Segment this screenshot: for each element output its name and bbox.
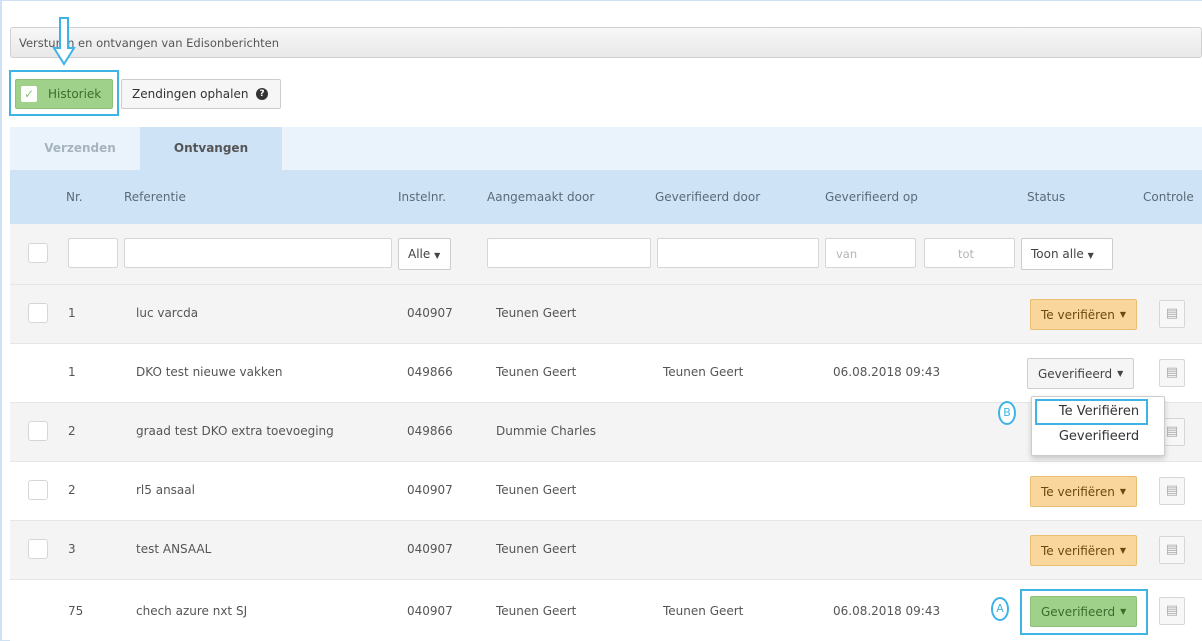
cell-nr: 2 bbox=[68, 483, 76, 497]
cell-aangemaakt: Teunen Geert bbox=[496, 365, 577, 379]
window-title-bar: Versturen en ontvangen van Edisonbericht… bbox=[10, 27, 1202, 58]
document-icon[interactable]: ▤ bbox=[1159, 359, 1185, 387]
table-row[interactable]: 2 rl5 ansaal 040907 Teunen Geert Te veri… bbox=[10, 462, 1202, 521]
cell-instelnr: 040907 bbox=[407, 483, 453, 497]
tab-ontvangen[interactable]: Ontvangen bbox=[140, 127, 282, 170]
cell-nr: 2 bbox=[68, 424, 76, 438]
highlight-status-a bbox=[1020, 589, 1148, 635]
filter-instelnr-value: Alle ▼ bbox=[408, 247, 441, 261]
cell-instelnr: 049866 bbox=[407, 424, 453, 438]
dropdown-option-geverifieerd[interactable]: Geverifieerd bbox=[1032, 429, 1166, 444]
cell-referentie: luc varcda bbox=[136, 306, 199, 320]
column-referentie[interactable]: Referentie bbox=[124, 190, 186, 204]
filter-status-select[interactable]: Toon alle ▼ bbox=[1021, 238, 1113, 270]
cell-aangemaakt: Teunen Geert bbox=[496, 542, 577, 556]
marker-a: A bbox=[991, 597, 1009, 621]
tab-bar: Verzenden Ontvangen bbox=[10, 127, 1202, 170]
cell-nr: 3 bbox=[68, 542, 76, 556]
caret-down-icon: ▼ bbox=[434, 251, 441, 260]
date-from-placeholder: van bbox=[836, 247, 858, 261]
caret-down-icon: ▼ bbox=[1119, 310, 1126, 319]
marker-b: B bbox=[998, 401, 1016, 425]
caret-down-icon: ▼ bbox=[1087, 251, 1094, 260]
document-icon[interactable]: ▤ bbox=[1159, 597, 1185, 625]
cell-geverifieerd-op: 06.08.2018 09:43 bbox=[833, 604, 941, 618]
cell-geverifieerd-door: Teunen Geert bbox=[663, 604, 744, 618]
question-circle-icon: ? bbox=[256, 88, 268, 100]
column-geverifieerd-door[interactable]: Geverifieerd door bbox=[655, 190, 760, 204]
status-dropdown-button[interactable]: Te verifiëren ▼ bbox=[1030, 476, 1137, 507]
cell-nr: 1 bbox=[68, 365, 76, 379]
status-dropdown-button[interactable]: Te verifiëren ▼ bbox=[1030, 299, 1137, 330]
highlight-historiek bbox=[9, 70, 119, 116]
zendingen-label: Zendingen ophalen bbox=[132, 87, 249, 101]
cell-instelnr: 040907 bbox=[407, 542, 453, 556]
cell-aangemaakt: Teunen Geert bbox=[496, 306, 577, 320]
cell-referentie: test ANSAAL bbox=[136, 542, 212, 556]
table-row[interactable]: 2 graad test DKO extra toevoeging 049866… bbox=[10, 403, 1202, 462]
cell-referentie: graad test DKO extra toevoeging bbox=[136, 424, 334, 438]
filter-aangemaakt-input[interactable] bbox=[487, 238, 651, 268]
filter-instelnr-select[interactable]: Alle ▼ bbox=[398, 238, 451, 270]
column-geverifieerd-op[interactable]: Geverifieerd op bbox=[825, 190, 918, 204]
date-to-placeholder: tot bbox=[957, 247, 974, 261]
cell-aangemaakt: Teunen Geert bbox=[496, 483, 577, 497]
cell-aangemaakt: Teunen Geert bbox=[496, 604, 577, 618]
filter-referentie-input[interactable] bbox=[124, 238, 392, 268]
table-header: Nr. Referentie Instelnr. Aangemaakt door… bbox=[10, 170, 1202, 224]
caret-down-icon: ▼ bbox=[1119, 546, 1126, 555]
cell-nr: 1 bbox=[68, 306, 76, 320]
table-row[interactable]: 1 DKO test nieuwe vakken 049866 Teunen G… bbox=[10, 344, 1202, 403]
filter-nr-input[interactable] bbox=[68, 238, 118, 268]
cell-aangemaakt: Dummie Charles bbox=[496, 424, 596, 438]
cell-referentie: rl5 ansaal bbox=[136, 483, 195, 497]
row-checkbox[interactable] bbox=[28, 539, 48, 559]
row-checkbox[interactable] bbox=[28, 421, 48, 441]
table-row[interactable]: 3 test ANSAAL 040907 Teunen Geert Te ver… bbox=[10, 521, 1202, 580]
status-dropdown-button[interactable]: Geverifieerd ▼ bbox=[1027, 358, 1135, 389]
filter-row: Alle ▼ van tot Toon alle ▼ bbox=[10, 224, 1202, 285]
cell-referentie: chech azure nxt SJ bbox=[136, 604, 248, 618]
row-checkbox[interactable] bbox=[28, 480, 48, 500]
tab-verzenden[interactable]: Verzenden bbox=[20, 127, 140, 170]
column-controle[interactable]: Controle bbox=[1143, 190, 1194, 204]
table-row[interactable]: 1 luc varcda 040907 Teunen Geert Te veri… bbox=[10, 285, 1202, 344]
column-aangemaakt-door[interactable]: Aangemaakt door bbox=[487, 190, 594, 204]
caret-down-icon: ▼ bbox=[1119, 487, 1126, 496]
down-arrow-icon bbox=[52, 17, 76, 66]
filter-date-to-input[interactable]: tot bbox=[924, 238, 1015, 268]
filter-geverifieerd-door-input[interactable] bbox=[657, 238, 819, 268]
column-instelnr[interactable]: Instelnr. bbox=[398, 190, 446, 204]
cell-geverifieerd-op: 06.08.2018 09:43 bbox=[833, 365, 941, 379]
cell-instelnr: 040907 bbox=[407, 306, 453, 320]
select-all-checkbox[interactable] bbox=[28, 243, 48, 263]
filter-status-value: Toon alle ▼ bbox=[1031, 247, 1094, 261]
document-icon[interactable]: ▤ bbox=[1159, 300, 1185, 328]
cell-referentie: DKO test nieuwe vakken bbox=[136, 365, 283, 379]
status-dropdown-button[interactable]: Te verifiëren ▼ bbox=[1030, 535, 1137, 566]
caret-down-icon: ▼ bbox=[1117, 369, 1124, 378]
cell-instelnr: 040907 bbox=[407, 604, 453, 618]
document-icon[interactable]: ▤ bbox=[1159, 477, 1185, 505]
column-nr[interactable]: Nr. bbox=[66, 190, 83, 204]
cell-nr: 75 bbox=[68, 604, 84, 618]
cell-instelnr: 049866 bbox=[407, 365, 453, 379]
highlight-dropdown-option bbox=[1035, 399, 1148, 425]
zendingen-ophalen-button[interactable]: Zendingen ophalen ? bbox=[121, 79, 281, 109]
document-icon[interactable]: ▤ bbox=[1159, 536, 1185, 564]
row-checkbox[interactable] bbox=[28, 303, 48, 323]
cell-geverifieerd-door: Teunen Geert bbox=[663, 365, 744, 379]
column-status[interactable]: Status bbox=[1027, 190, 1065, 204]
filter-date-from-input[interactable]: van bbox=[825, 238, 916, 268]
